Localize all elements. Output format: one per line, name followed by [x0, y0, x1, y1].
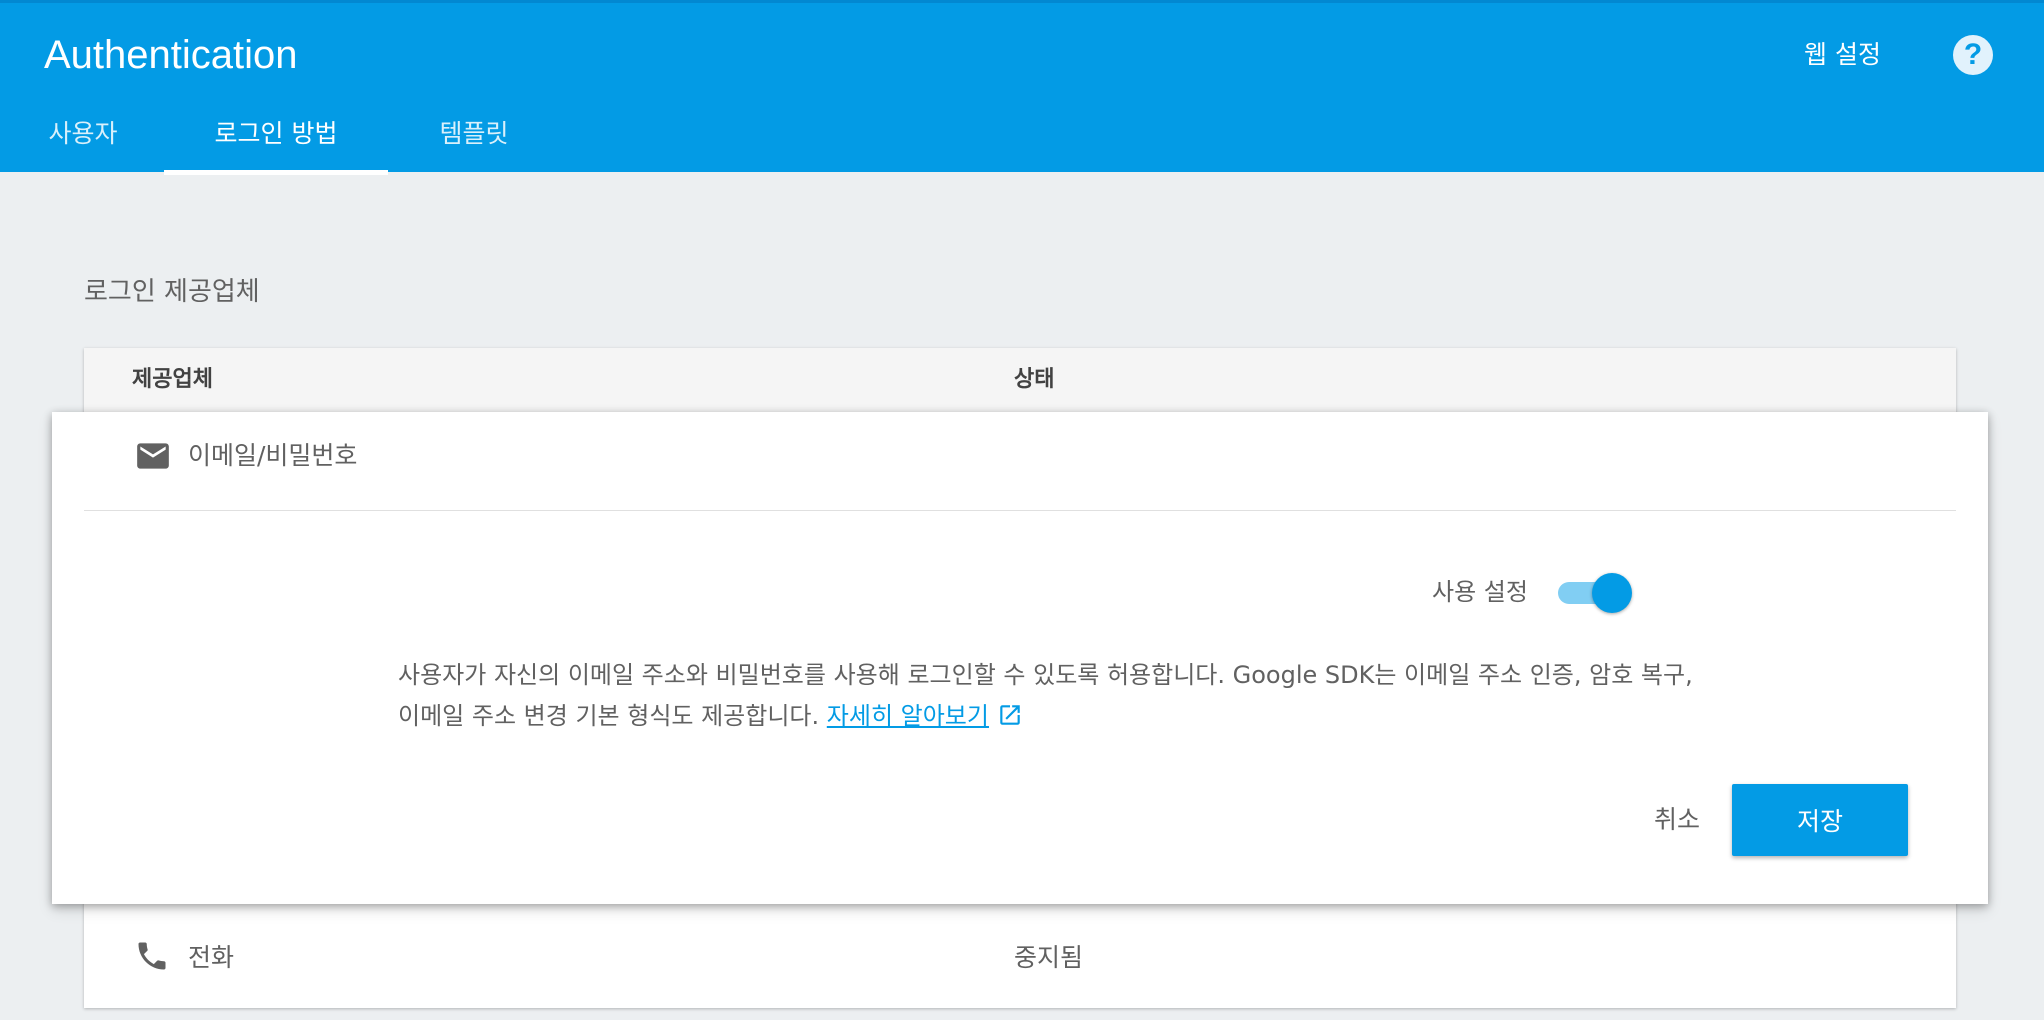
cancel-button[interactable]: 취소: [1612, 782, 1742, 854]
tab-sign-in-method[interactable]: 로그인 방법: [164, 109, 388, 175]
provider-name: 이메일/비밀번호: [188, 441, 358, 470]
tab-users[interactable]: 사용자: [44, 109, 122, 175]
divider: [84, 510, 1956, 511]
save-button[interactable]: 저장: [1732, 784, 1908, 856]
enable-label: 사용 설정: [1432, 578, 1528, 606]
app-bar: Authentication 웹 설정 ? 사용자 로그인 방법 템플릿: [0, 0, 2044, 175]
column-header-provider: 제공업체: [132, 367, 213, 392]
open-in-new-icon[interactable]: [997, 700, 1023, 741]
toggle-thumb: [1592, 573, 1632, 613]
help-icon[interactable]: ?: [1953, 35, 1993, 75]
email-provider-panel: 이메일/비밀번호 사용 설정 사용자가 자신의 이메일 주소와 비밀번호를 사용…: [52, 412, 1988, 904]
table-row[interactable]: 전화 중지됨: [84, 922, 1956, 1020]
column-header-status: 상태: [1014, 367, 1055, 392]
provider-row-email[interactable]: 이메일/비밀번호: [52, 412, 1988, 510]
web-setup-link[interactable]: 웹 설정: [1804, 35, 1881, 75]
provider-description: 사용자가 자신의 이메일 주소와 비밀번호를 사용해 로그인할 수 있도록 허용…: [398, 655, 1698, 741]
app-title: Authentication: [44, 33, 298, 77]
provider-name: 전화: [188, 943, 235, 972]
description-text: 사용자가 자신의 이메일 주소와 비밀번호를 사용해 로그인할 수 있도록 허용…: [398, 661, 1693, 730]
table-header: 제공업체 상태: [84, 348, 1956, 413]
section-title: 로그인 제공업체: [84, 277, 260, 307]
provider-status: 중지됨: [1014, 943, 1084, 972]
learn-more-link[interactable]: 자세히 알아보기: [827, 702, 989, 730]
email-icon: [134, 437, 172, 479]
phone-icon: [134, 938, 170, 978]
enable-toggle[interactable]: [1554, 572, 1632, 613]
tab-templates[interactable]: 템플릿: [436, 109, 512, 175]
